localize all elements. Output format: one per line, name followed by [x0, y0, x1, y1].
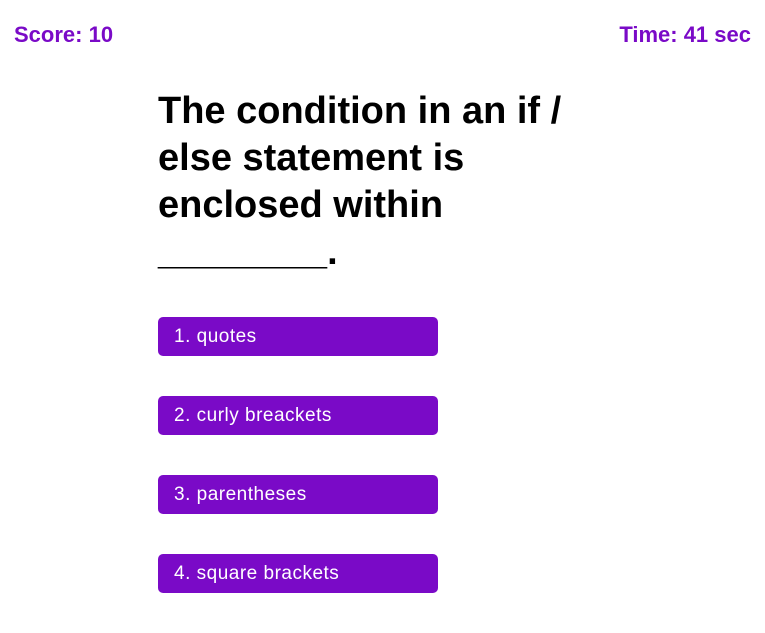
- answer-choices: 1. quotes 2. curly breackets 3. parenthe…: [158, 317, 438, 633]
- question-text: The condition in an if / else statement …: [158, 90, 562, 273]
- answer-choice-2-button[interactable]: 2. curly breackets: [158, 396, 438, 435]
- answer-choice-1-button[interactable]: 1. quotes: [158, 317, 438, 356]
- answer-choice-3-button[interactable]: 3. parentheses: [158, 475, 438, 514]
- answer-choice-item: 2. curly breackets: [158, 396, 438, 435]
- score-display: Score: 10: [14, 22, 114, 47]
- timer-display: Time: 41 sec: [619, 22, 751, 47]
- answer-choice-item: 4. square brackets: [158, 554, 438, 593]
- answer-choice-item: 1. quotes: [158, 317, 438, 356]
- quiz-card: The condition in an if / else statement …: [158, 88, 628, 593]
- quiz-header: Score: 10 Time: 41 sec: [14, 22, 751, 52]
- answer-choice-4-button[interactable]: 4. square brackets: [158, 554, 438, 593]
- answer-choice-item: 3. parentheses: [158, 475, 438, 514]
